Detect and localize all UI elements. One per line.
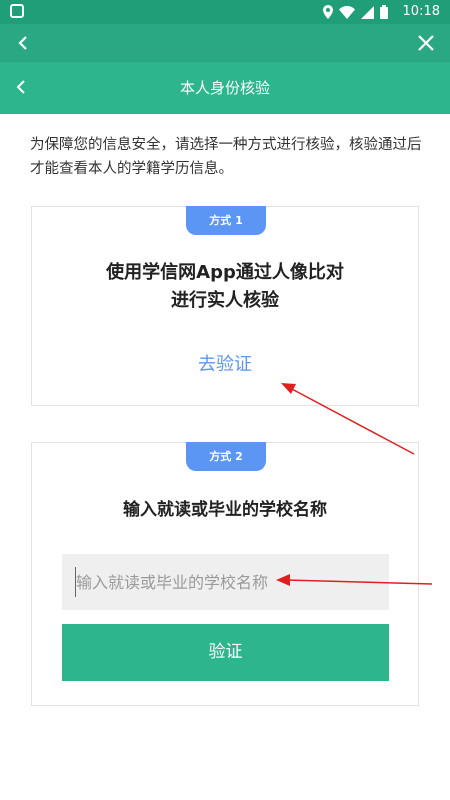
method1-badge: 方式 1 [186, 206, 266, 235]
method2-badge: 方式 2 [186, 442, 266, 471]
wifi-icon [339, 5, 355, 19]
status-icons [323, 5, 388, 19]
method1-heading: 使用学信网App通过人像比对 进行实人核验 [32, 259, 418, 315]
text-cursor [75, 567, 76, 597]
intro-text: 为保障您的信息安全，请选择一种方式进行核验，核验通过后才能查看本人的学籍学历信息… [30, 137, 422, 177]
method1-heading-line2: 进行实人核验 [171, 290, 279, 311]
app-icon [10, 4, 24, 18]
go-verify-link[interactable]: 去验证 [32, 350, 418, 376]
location-icon [323, 5, 333, 19]
verify-button[interactable]: 验证 [62, 624, 389, 681]
method2-card: 方式 2 输入就读或毕业的学校名称 验证 [31, 442, 419, 706]
method1-card: 方式 1 使用学信网App通过人像比对 进行实人核验 去验证 [31, 206, 419, 406]
browser-top-bar [0, 24, 450, 62]
signal-icon [361, 5, 374, 19]
method2-heading: 输入就读或毕业的学校名称 [123, 500, 327, 520]
method1-heading-line1: 使用学信网App通过人像比对 [106, 262, 344, 283]
status-bar: 10:18 [0, 0, 450, 24]
status-time: 10:18 [402, 4, 440, 19]
battery-icon [380, 5, 388, 19]
close-icon[interactable] [416, 27, 436, 65]
page-header: 本人身份核验 [0, 62, 450, 114]
school-name-input[interactable] [62, 554, 389, 610]
page-title: 本人身份核验 [179, 79, 270, 97]
back-arrow-icon[interactable] [16, 29, 30, 63]
